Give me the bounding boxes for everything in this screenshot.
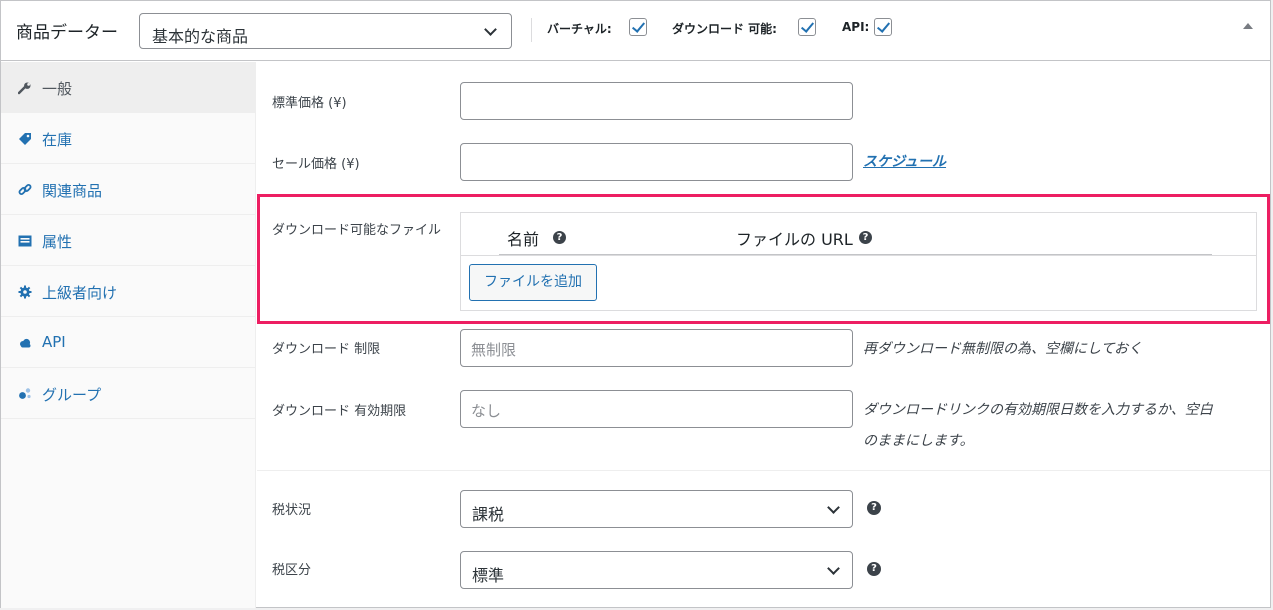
section-divider [257, 470, 1270, 471]
tab-inventory[interactable]: 在庫 [1, 113, 255, 164]
tab-label: 関連商品 [42, 182, 103, 200]
tag-icon [19, 133, 31, 145]
downloadable-checkbox[interactable] [798, 18, 816, 36]
product-type-select[interactable]: 基本的な商品 [139, 13, 512, 49]
download-expiry-description-line1: ダウンロードリンクの有効期限日数を入力するか、空白 [863, 402, 1213, 418]
tab-label: API [42, 333, 66, 351]
collapse-arrow-icon[interactable] [1243, 23, 1253, 29]
files-table-footer: ファイルを追加 [461, 255, 1256, 310]
schedule-link[interactable]: スケジュール [863, 151, 946, 171]
tab-label: 属性 [42, 233, 73, 251]
tax-class-value: 標準 [472, 566, 505, 585]
tax-class-select[interactable]: 標準 [460, 551, 853, 589]
downloadable-label: ダウンロード 可能: [672, 22, 777, 36]
download-limit-input[interactable]: 無制限 [460, 329, 853, 367]
cloud-icon [20, 338, 31, 348]
chevron-down-icon [827, 501, 840, 514]
download-limit-description: 再ダウンロード無制限の為、空欄にしておく [863, 341, 1143, 357]
tab-linked-products[interactable]: 関連商品 [1, 164, 255, 215]
download-limit-label: ダウンロード 制限 [272, 342, 381, 357]
product-type-value: 基本的な商品 [152, 27, 249, 46]
sale-price-label: セール価格 (¥) [272, 157, 360, 172]
download-expiry-input[interactable]: なし [460, 390, 853, 428]
list-icon [18, 235, 32, 247]
tax-status-value: 課税 [472, 505, 505, 524]
product-data-panel: 商品データー 基本的な商品 バーチャル: ダウンロード 可能: API: 一般 [0, 0, 1271, 608]
regular-price-label: 標準価格 (¥) [272, 96, 347, 111]
download-expiry-description-line2: のままにします。 [863, 433, 974, 449]
tax-class-label: 税区分 [272, 563, 312, 578]
tab-label: グループ [42, 386, 102, 404]
tax-status-label: 税状況 [272, 503, 312, 518]
tab-attributes[interactable]: 属性 [1, 215, 255, 266]
help-icon[interactable]: ? [867, 501, 881, 515]
sale-price-input[interactable] [460, 143, 853, 181]
chevron-down-icon [484, 23, 497, 36]
tab-api[interactable]: API [1, 317, 255, 368]
wrench-icon [18, 82, 31, 95]
add-file-button[interactable]: ファイルを追加 [469, 264, 597, 301]
link-icon [18, 184, 32, 195]
files-col-url: ファイルの URL [736, 230, 853, 249]
chevron-down-icon [827, 562, 840, 575]
help-icon[interactable]: ? [867, 562, 881, 576]
tab-advanced[interactable]: 上級者向け [1, 266, 255, 317]
download-expiry-label: ダウンロード 有効期限 [272, 404, 407, 419]
download-expiry-placeholder: なし [471, 402, 502, 420]
panel-title: 商品データー [16, 23, 118, 43]
product-data-header: 商品データー 基本的な商品 バーチャル: ダウンロード 可能: API: [1, 1, 1270, 61]
tab-label: 一般 [42, 80, 73, 98]
downloadable-files-label: ダウンロード可能なファイル [272, 223, 442, 238]
api-checkbox[interactable] [874, 18, 892, 36]
virtual-label: バーチャル: [547, 22, 612, 36]
gear-icon [18, 285, 32, 299]
product-data-tabs: 一般 在庫 関連商品 属性 上級者向け API グループ [1, 62, 256, 608]
tab-general[interactable]: 一般 [1, 62, 255, 113]
files-col-name: 名前 [507, 230, 540, 249]
download-limit-placeholder: 無制限 [471, 341, 517, 359]
tab-label: 在庫 [42, 131, 73, 149]
downloadable-files-table: 名前 ? ファイルの URL ? ファイルを追加 [460, 212, 1257, 311]
help-icon[interactable]: ? [859, 231, 872, 244]
header-divider [531, 18, 532, 42]
regular-price-input[interactable] [460, 82, 853, 120]
api-label: API: [842, 20, 870, 34]
group-icon [19, 388, 31, 399]
help-icon[interactable]: ? [553, 231, 566, 244]
virtual-checkbox[interactable] [629, 18, 647, 36]
general-panel: 標準価格 (¥) セール価格 (¥) スケジュール ダウンロード可能なファイル … [257, 62, 1270, 608]
tax-status-select[interactable]: 課税 [460, 490, 853, 528]
tab-group[interactable]: グループ [1, 368, 255, 419]
tab-label: 上級者向け [42, 284, 118, 302]
